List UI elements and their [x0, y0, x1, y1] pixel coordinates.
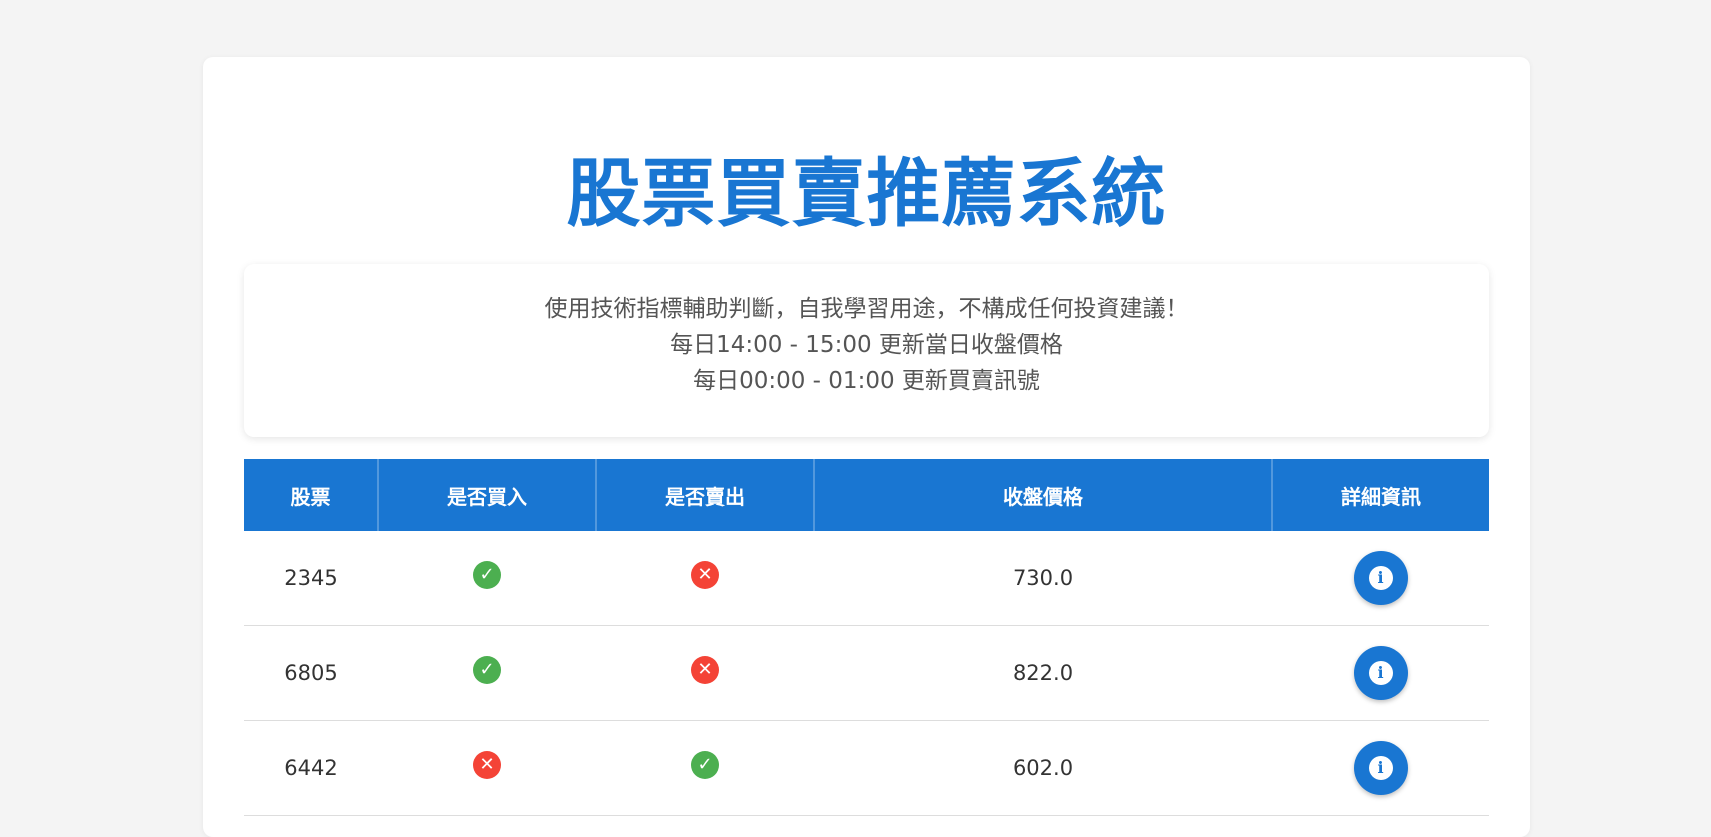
- sell-signal-cell: ✕: [596, 531, 814, 626]
- table-body: 2345 ✓ ✕ 730.0 i 6805 ✓ ✕ 822.0 i 6442 ✕ ✓ 602.0 i: [244, 531, 1489, 816]
- buy-signal-cell: ✓: [378, 625, 596, 721]
- column-header-stock: 股票: [244, 459, 379, 531]
- check-circle-icon: ✓: [473, 656, 501, 684]
- x-circle-icon: ✕: [691, 561, 719, 589]
- close-price: 730.0: [814, 531, 1272, 626]
- signal-update-schedule: 每日00:00 - 01:00 更新買賣訊號: [693, 368, 1040, 394]
- table-header-row: 股票 是否買入 是否賣出 收盤價格 詳細資訊: [244, 459, 1489, 531]
- stock-code: 6442: [244, 720, 378, 816]
- sell-signal-cell: ✕: [596, 625, 814, 721]
- details-button[interactable]: i: [1353, 551, 1408, 605]
- page-title: 股票買賣推薦系統: [566, 151, 1167, 237]
- table-row: 6442 ✕ ✓ 602.0 i: [244, 720, 1489, 816]
- close-price: 822.0: [814, 625, 1272, 721]
- table-row: 2345 ✓ ✕ 730.0 i: [244, 531, 1489, 626]
- table-row: 6805 ✓ ✕ 822.0 i: [244, 625, 1489, 721]
- close-price: 602.0: [814, 720, 1272, 816]
- column-header-sell: 是否賣出: [596, 459, 815, 531]
- column-header-close-price: 收盤價格: [814, 459, 1273, 531]
- info-icon: i: [1368, 661, 1393, 685]
- details-cell: i: [1272, 625, 1489, 721]
- x-circle-icon: ✕: [473, 751, 501, 779]
- info-icon: i: [1368, 566, 1393, 590]
- buy-signal-cell: ✕: [378, 720, 596, 816]
- buy-signal-cell: ✓: [378, 531, 596, 626]
- details-cell: i: [1272, 720, 1489, 816]
- stock-code: 2345: [244, 531, 378, 626]
- price-update-schedule: 每日14:00 - 15:00 更新當日收盤價格: [670, 332, 1063, 358]
- check-circle-icon: ✓: [473, 561, 501, 589]
- column-header-details: 詳細資訊: [1272, 459, 1489, 531]
- x-circle-icon: ✕: [691, 656, 719, 684]
- sell-signal-cell: ✓: [596, 720, 814, 816]
- disclaimer-panel: 使用技術指標輔助判斷，自我學習用途，不構成任何投資建議！ 每日14:00 - 1…: [244, 264, 1489, 437]
- check-circle-icon: ✓: [691, 751, 719, 779]
- main-card: 股票買賣推薦系統 使用技術指標輔助判斷，自我學習用途，不構成任何投資建議！ 每日…: [203, 57, 1530, 837]
- stock-table: 股票 是否買入 是否賣出 收盤價格 詳細資訊 2345 ✓ ✕ 730.0 i 6805 ✓…: [244, 459, 1489, 816]
- details-button[interactable]: i: [1353, 646, 1408, 700]
- details-button[interactable]: i: [1353, 741, 1408, 795]
- stock-code: 6805: [244, 625, 378, 721]
- disclaimer-text: 使用技術指標輔助判斷，自我學習用途，不構成任何投資建議！: [544, 296, 1189, 322]
- info-icon: i: [1368, 756, 1393, 780]
- details-cell: i: [1272, 531, 1489, 626]
- column-header-buy: 是否買入: [378, 459, 597, 531]
